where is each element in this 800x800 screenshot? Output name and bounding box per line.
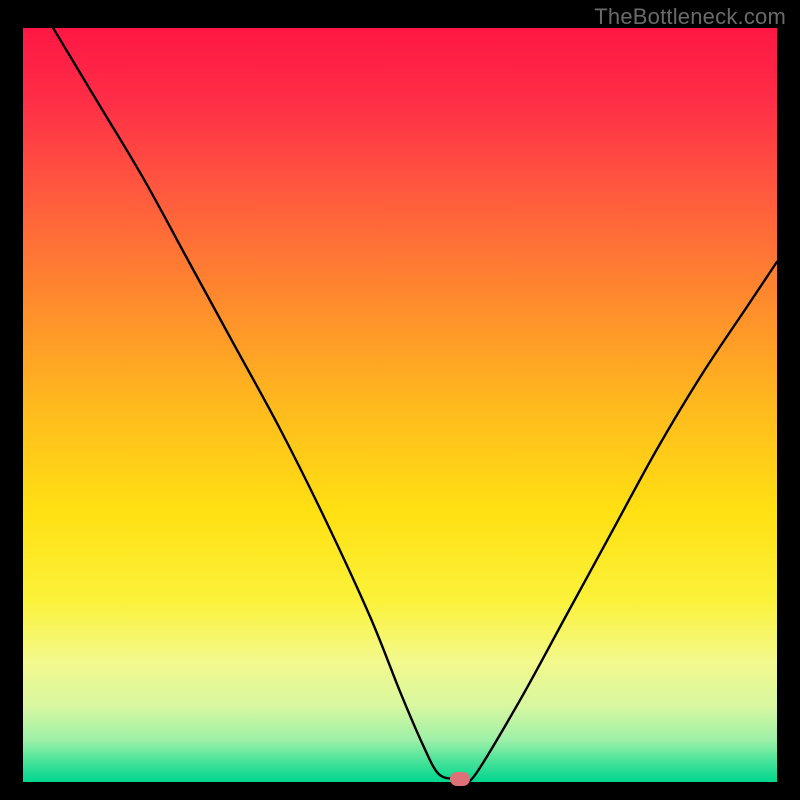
watermark-text: TheBottleneck.com: [594, 4, 786, 30]
plot-frame: [23, 28, 777, 782]
chart-container: TheBottleneck.com: [0, 0, 800, 800]
gradient-background: [23, 28, 777, 782]
bottleneck-plot: [23, 28, 777, 782]
optimal-marker: [450, 772, 470, 786]
